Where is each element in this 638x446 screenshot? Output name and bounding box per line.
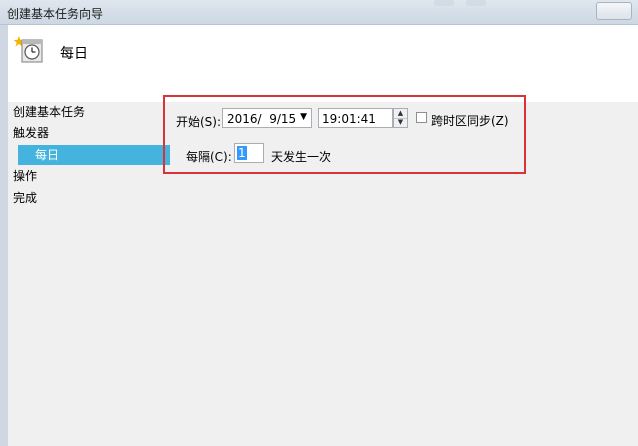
start-date-picker[interactable]: 2016/ 9/15 ▼ bbox=[222, 108, 312, 128]
every-label: 每隔(C): bbox=[186, 150, 232, 164]
every-suffix: 天发生一次 bbox=[271, 150, 332, 164]
every-days-input[interactable]: 1 bbox=[234, 143, 264, 163]
maximize-button[interactable] bbox=[466, 0, 486, 6]
window-title: 创建基本任务向导 bbox=[7, 7, 104, 21]
title-bar: 创建基本任务向导 bbox=[0, 0, 638, 25]
wizard-nav: 创建基本任务 触发器 每日 操作 完成 bbox=[8, 102, 170, 446]
page-title: 每日 bbox=[60, 46, 88, 62]
start-time-value: 19:01:41 bbox=[322, 112, 376, 126]
spin-down-icon[interactable]: ▼ bbox=[394, 118, 407, 127]
dropdown-arrow-icon[interactable]: ▼ bbox=[300, 112, 307, 122]
sync-timezone-checkbox[interactable] bbox=[416, 112, 427, 123]
nav-item-create-task[interactable]: 创建基本任务 bbox=[13, 102, 85, 122]
wizard-header: 每日 bbox=[8, 25, 638, 102]
nav-item-trigger[interactable]: 触发器 bbox=[13, 123, 49, 143]
minimize-button[interactable] bbox=[434, 0, 454, 6]
window-border bbox=[0, 25, 8, 446]
clock-calendar-icon bbox=[14, 36, 43, 63]
nav-item-action[interactable]: 操作 bbox=[13, 166, 37, 186]
start-date-value: 2016/ 9/15 bbox=[227, 112, 297, 126]
nav-item-daily[interactable]: 每日 bbox=[18, 145, 170, 165]
start-time-input[interactable]: 19:01:41 bbox=[318, 108, 393, 128]
sync-timezone-label[interactable]: 跨时区同步(Z) bbox=[431, 112, 509, 129]
close-button[interactable] bbox=[596, 2, 632, 20]
nav-item-finish[interactable]: 完成 bbox=[13, 188, 37, 208]
time-spinner[interactable]: ▲ ▼ bbox=[393, 108, 408, 128]
every-days-value: 1 bbox=[237, 146, 247, 160]
start-label: 开始(S): bbox=[176, 115, 222, 129]
